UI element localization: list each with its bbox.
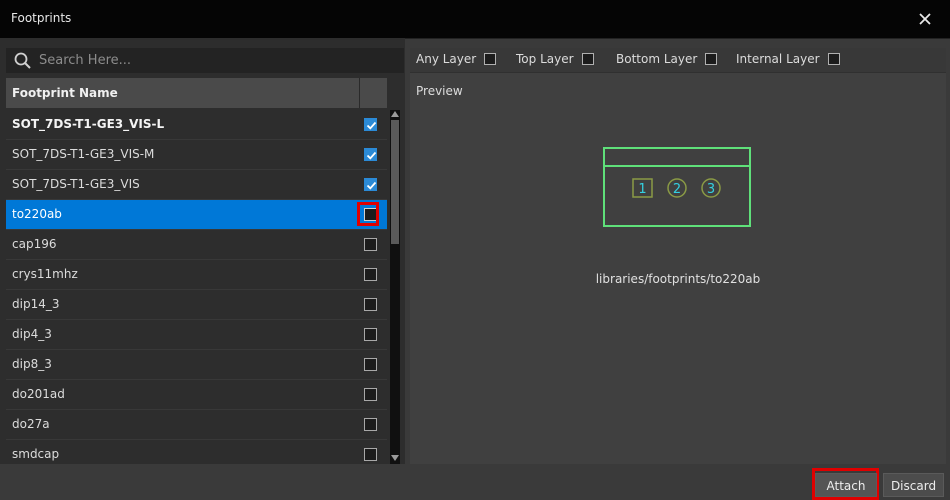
checkmark-icon (366, 151, 377, 160)
layer-label-top: Top Layer (516, 52, 574, 66)
top-layer-checkbox[interactable] (581, 53, 594, 65)
layer-filter-internal[interactable]: Internal Layer (736, 52, 840, 66)
search-box (6, 48, 404, 73)
search-input[interactable] (39, 51, 389, 70)
footprint-name: do201ad (12, 387, 65, 401)
footprint-preview-graphic: 1 2 3 (603, 147, 751, 227)
close-icon[interactable] (916, 10, 934, 28)
scroll-down-icon[interactable] (391, 455, 399, 461)
table-row[interactable]: do27a (6, 410, 387, 440)
footprint-name: smdcap (12, 447, 60, 461)
table-row[interactable]: SOT_7DS-T1-GE3_VIS (6, 170, 387, 200)
bottom-layer-checkbox[interactable] (705, 53, 718, 65)
footprint-name: SOT_7DS-T1-GE3_VIS (12, 177, 140, 191)
footprint-name: dip4_3 (12, 327, 52, 341)
scrollbar-thumb[interactable] (391, 120, 399, 244)
row-checkbox[interactable] (364, 448, 377, 461)
footprint-table-body: SOT_7DS-T1-GE3_VIS-L SOT_7DS-T1-GE3_VIS-M… (6, 110, 387, 464)
internal-layer-checkbox[interactable] (827, 53, 840, 65)
table-row[interactable]: to220ab (6, 200, 387, 230)
preview-label: Preview (416, 84, 463, 98)
row-checkbox[interactable] (364, 418, 377, 431)
row-checkbox[interactable] (364, 148, 377, 161)
layer-filter-top[interactable]: Top Layer (516, 52, 594, 66)
table-row[interactable]: cap196 (6, 230, 387, 260)
pad-2-label: 2 (673, 182, 681, 197)
row-checkbox[interactable] (364, 388, 377, 401)
title-bar: Footprints (0, 0, 950, 39)
footprint-name: cap196 (12, 237, 57, 251)
table-row[interactable]: do201ad (6, 380, 387, 410)
row-checkbox[interactable] (364, 178, 377, 191)
footprint-name: dip14_3 (12, 297, 60, 311)
table-header: Footprint Name (6, 78, 387, 108)
footprint-name: SOT_7DS-T1-GE3_VIS-L (12, 117, 165, 131)
layer-filter-bar: Any Layer Top Layer Bottom Layer Interna… (410, 48, 946, 73)
layer-label-any: Any Layer (416, 52, 477, 66)
table-row[interactable]: SOT_7DS-T1-GE3_VIS-M (6, 140, 387, 170)
checkmark-icon (366, 181, 377, 190)
pad-1-label: 1 (638, 182, 646, 197)
scroll-up-icon[interactable] (391, 111, 399, 117)
footprint-name: do27a (12, 417, 50, 431)
footprint-path: libraries/footprints/to220ab (595, 272, 761, 286)
column-header-footprint-name[interactable]: Footprint Name (12, 86, 118, 100)
layer-filter-bottom[interactable]: Bottom Layer (616, 52, 718, 66)
search-icon (14, 52, 31, 69)
pad-3-label: 3 (707, 182, 715, 197)
row-checkbox[interactable] (364, 268, 377, 281)
row-checkbox[interactable] (364, 358, 377, 371)
action-bar: Attach Discard (0, 464, 950, 500)
table-row[interactable]: dip4_3 (6, 320, 387, 350)
any-layer-checkbox[interactable] (484, 53, 497, 65)
table-row[interactable]: dip8_3 (6, 350, 387, 380)
column-divider (359, 78, 360, 108)
footprint-name: to220ab (12, 207, 62, 221)
table-row[interactable]: SOT_7DS-T1-GE3_VIS-L (6, 110, 387, 140)
row-checkbox[interactable] (364, 328, 377, 341)
preview-panel: Any Layer Top Layer Bottom Layer Interna… (410, 48, 946, 464)
attach-button[interactable]: Attach (815, 473, 877, 497)
row-checkbox[interactable] (364, 118, 377, 131)
row-checkbox[interactable] (364, 298, 377, 311)
discard-button[interactable]: Discard (883, 473, 944, 497)
layer-label-internal: Internal Layer (736, 52, 820, 66)
footprint-name: crys11mhz (12, 267, 78, 281)
layer-label-bottom: Bottom Layer (616, 52, 698, 66)
footprint-name: dip8_3 (12, 357, 52, 371)
checkmark-icon (366, 121, 377, 130)
table-row[interactable]: smdcap (6, 440, 387, 464)
checkbox-highlight-box (357, 202, 379, 226)
window-title: Footprints (11, 11, 72, 25)
table-row[interactable]: crys11mhz (6, 260, 387, 290)
table-row[interactable]: dip14_3 (6, 290, 387, 320)
layer-filter-any[interactable]: Any Layer (416, 52, 497, 66)
row-checkbox[interactable] (364, 238, 377, 251)
list-scrollbar[interactable] (390, 110, 400, 464)
footprint-name: SOT_7DS-T1-GE3_VIS-M (12, 147, 155, 161)
footprint-list-panel: Footprint Name SOT_7DS-T1-GE3_VIS-LSOT_7… (0, 38, 405, 464)
